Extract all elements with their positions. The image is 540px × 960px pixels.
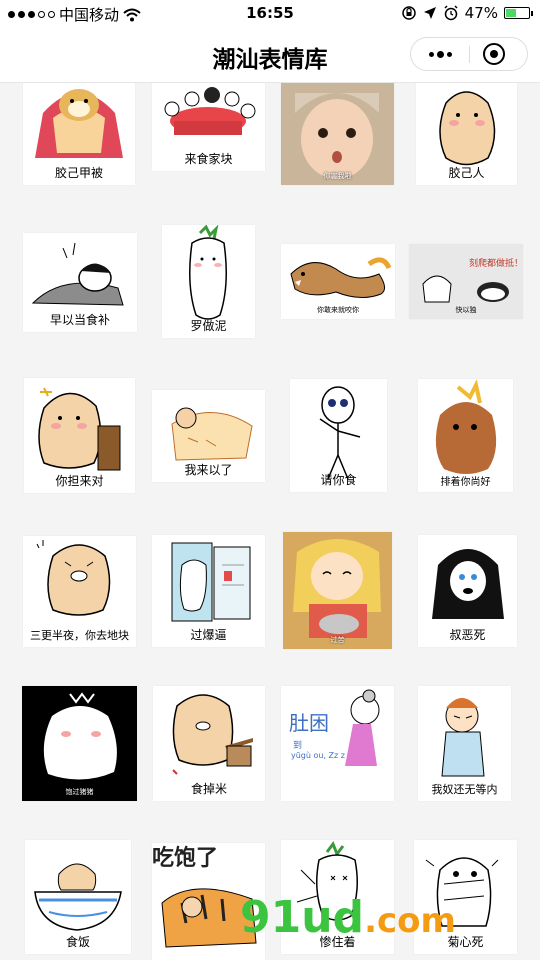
sticker-card[interactable]: 排着你尚好 — [418, 379, 513, 492]
sticker-label: 排着你尚好 — [440, 477, 491, 488]
status-indicators: 47% — [401, 4, 533, 22]
sticker-card[interactable]: 刻爬都做抵！ 快以独 — [409, 244, 523, 319]
sticker-card[interactable]: 我奴还无等内 — [418, 686, 511, 801]
belly-girl-sticker: 肚困 到 yūgù ou, Zz z — [289, 689, 380, 766]
sticker-label: 我奴还无等内 — [431, 783, 498, 796]
alarm-icon — [444, 5, 458, 21]
watermark-domain: .com — [364, 901, 456, 941]
battery-level — [506, 9, 517, 17]
sticker-label: 你敢来就咬你 — [317, 306, 359, 314]
watermark: 91ud.com — [240, 892, 456, 943]
capsule-divider — [469, 46, 470, 63]
rotation-lock-icon — [401, 6, 416, 20]
mini-program-capsule — [410, 37, 528, 71]
sticker-label: 食掉米 — [190, 782, 227, 796]
battery-percent: 47% — [464, 4, 498, 22]
sticker-card[interactable]: 过苦 — [283, 532, 392, 649]
sticker-label: 你担来对 — [55, 474, 104, 488]
sticker-label: 你害我啦 — [323, 172, 352, 180]
sticker-card[interactable]: 罗做泥 — [162, 225, 255, 338]
belly-sub: 到 — [293, 739, 302, 751]
sticker-card[interactable]: 过爆逼 — [152, 535, 265, 647]
watermark-main: 91ud — [240, 892, 365, 943]
sticker-label: 过爆逼 — [190, 628, 227, 642]
status-bar: 中国移动 16:55 47% — [0, 0, 540, 28]
belly-text: 肚困 — [289, 711, 329, 735]
sticker-label: 叔恶死 — [449, 628, 486, 642]
baby-photo-sticker — [281, 83, 394, 185]
sticker-card[interactable]: 胶己人 — [416, 83, 517, 185]
sticker-label: 食饭 — [65, 935, 90, 949]
battery-icon — [504, 7, 533, 19]
sticker-card[interactable]: 你害我啦 — [281, 83, 394, 185]
sticker-label: 胶己甲被 — [54, 166, 103, 180]
sticker-card[interactable]: 胶己甲被 — [23, 83, 135, 185]
sticker-card[interactable]: 请你食 — [290, 379, 387, 492]
sticker-label: 请你食 — [320, 473, 357, 487]
sticker-card[interactable]: 叔恶死 — [418, 535, 517, 647]
sticker-label: 来食家块 — [184, 152, 233, 166]
kicked-text: 刻爬都做抵！ — [469, 257, 523, 269]
sticker-label: 胶己人 — [448, 166, 485, 180]
navigation-bar: 潮汕表情库 — [0, 28, 540, 83]
full-ghost-sticker — [22, 686, 137, 801]
sticker-card[interactable]: 你担来对 — [24, 378, 135, 493]
target-close-icon[interactable] — [483, 43, 505, 65]
sticker-label: 过苦 — [330, 636, 345, 644]
sticker-card[interactable]: 食饭 — [25, 840, 131, 954]
sticker-label: 早以当食补 — [49, 313, 110, 327]
location-icon — [423, 7, 436, 19]
sticker-label: 罗做泥 — [190, 319, 227, 333]
sticker-card[interactable]: 你敢来就咬你 — [281, 244, 395, 319]
full-text: 吃饱了 — [152, 845, 218, 871]
anime-girl-sticker — [283, 532, 392, 649]
more-dots-icon[interactable] — [411, 38, 469, 70]
sticker-label: 三更半夜，你去地块 — [30, 629, 129, 642]
sticker-card[interactable]: 肚困 到 yūgù ou, Zz z — [281, 686, 394, 801]
sticker-card[interactable]: 食掉米 — [153, 686, 265, 801]
sticker-card[interactable]: 我来以了 — [152, 390, 265, 482]
belly-zzz: yūgù ou, Zz z — [291, 751, 345, 760]
sticker-label: 饱过猪猪 — [65, 788, 94, 796]
sticker-card[interactable]: 早以当食补 — [23, 233, 137, 332]
sticker-grid: 胶己甲被 来食家块 你害我啦 胶己人 早以当食补 罗做泥 你敢来就咬你 刻爬都做… — [0, 83, 540, 960]
sticker-label: 我来以了 — [184, 463, 233, 477]
sticker-card[interactable]: 饱过猪猪 — [22, 686, 137, 801]
sticker-card[interactable]: 三更半夜，你去地块 — [23, 536, 136, 647]
sticker-label: 快以独 — [455, 306, 477, 314]
sticker-card[interactable]: 来食家块 — [152, 83, 265, 171]
